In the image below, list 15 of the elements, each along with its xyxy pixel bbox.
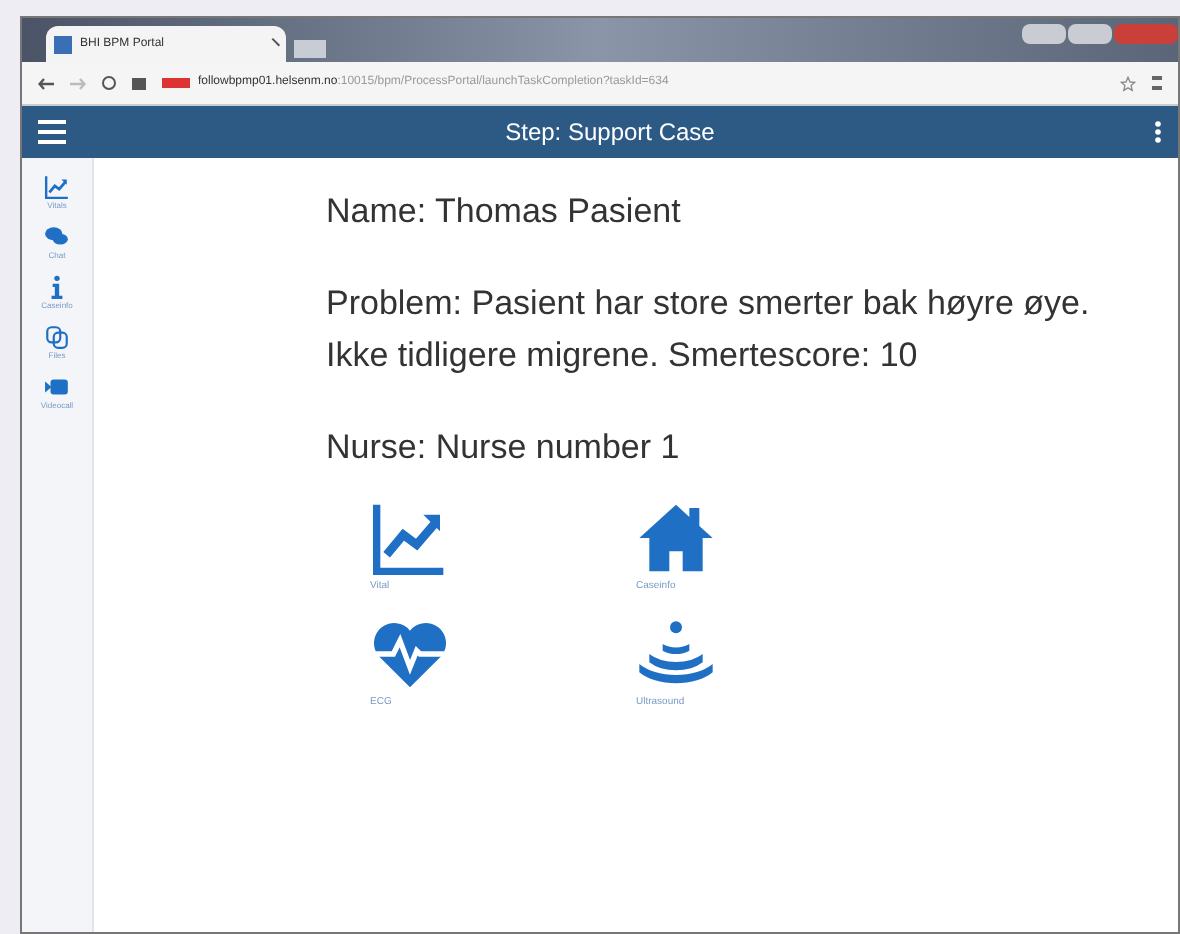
files-icon <box>44 324 70 350</box>
chart-icon <box>44 174 70 200</box>
reload-icon[interactable] <box>102 76 116 90</box>
back-icon[interactable] <box>38 77 54 89</box>
video-camera-icon <box>43 374 70 400</box>
detail-text: Nurse: Nurse number 1 <box>326 426 682 470</box>
minimize-button[interactable] <box>1022 24 1066 44</box>
maximize-button[interactable] <box>1068 24 1112 44</box>
detail-text: Name: Thomas Pasient <box>326 190 683 234</box>
more-options-icon[interactable] <box>1154 120 1162 144</box>
chat-icon <box>44 224 70 250</box>
detail-text: Problem: Pasient har store smerter bak høyre øye. Ikke tidligere migrene. Smertescore: 10 <box>326 282 1092 378</box>
star-icon[interactable] <box>1120 75 1136 91</box>
tab-favicon-icon <box>54 35 72 53</box>
header-title: Step: Support Case <box>503 116 717 150</box>
